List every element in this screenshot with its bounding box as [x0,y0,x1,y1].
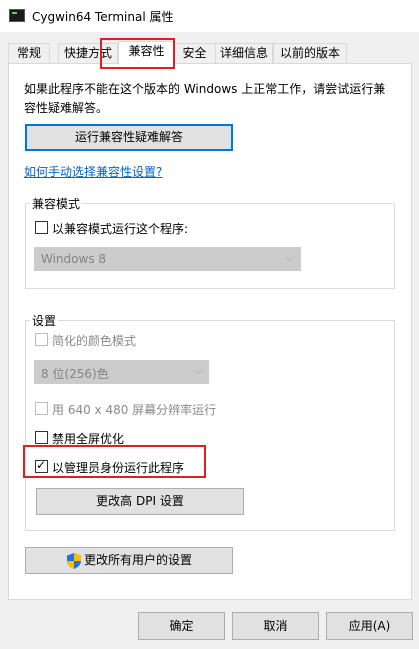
apply-button[interactable]: 应用(A) [326,612,413,640]
chevron-down-icon: ⌵ [285,251,294,264]
res-640-checkbox [35,402,48,415]
disable-fullscreen-checkbox[interactable] [35,431,48,444]
res-640-label: 用 640 x 480 屏幕分辨率运行 [52,403,217,417]
tab-security[interactable]: 安全 [173,43,216,64]
terminal-icon [9,9,25,22]
compat-mode-checkbox[interactable] [35,221,48,234]
admin-highlight-box [23,445,206,478]
uac-shield-icon [67,553,81,569]
compat-mode-group-label: 兼容模式 [30,195,83,212]
reduced-color-checkbox [35,333,48,346]
chevron-down-icon: ⌵ [193,364,202,377]
window-title: Cygwin64 Terminal 属性 [32,10,174,24]
compat-mode-checkbox-label: 以兼容模式运行这个程序: [52,222,189,236]
change-all-users-button[interactable]: 更改所有用户的设置 [25,547,233,574]
reduced-color-label: 简化的颜色模式 [52,334,137,348]
change-dpi-button[interactable]: 更改高 DPI 设置 [36,488,244,515]
ok-button[interactable]: 确定 [138,612,225,640]
cancel-button[interactable]: 取消 [232,612,319,640]
res-640-row: 用 640 x 480 屏幕分辨率运行 [35,401,235,417]
settings-group-label: 设置 [30,312,59,329]
color-depth-value: 8 位(256)色 [41,367,109,381]
os-version-select[interactable]: Windows 8 ⌵ [34,247,301,271]
change-all-users-label: 更改所有用户的设置 [83,553,192,567]
tab-general[interactable]: 常规 [8,43,50,64]
disable-fullscreen-row[interactable]: 禁用全屏优化 [35,430,155,446]
compat-mode-group [25,203,395,289]
tab-strip: 常规 快捷方式 兼容性 安全 详细信息 以前的版本 [8,41,412,65]
color-depth-select: 8 位(256)色 ⌵ [34,360,209,384]
tab-details[interactable]: 详细信息 [215,43,273,64]
compat-mode-checkbox-row[interactable]: 以兼容模式运行这个程序: [35,220,235,236]
manual-settings-link[interactable]: 如何手动选择兼容性设置? [24,163,162,180]
title-bar: Cygwin64 Terminal 属性 [0,0,419,32]
tab-previous-versions[interactable]: 以前的版本 [273,43,347,64]
tab-highlight-box [100,38,175,69]
os-version-value: Windows 8 [41,252,107,266]
compat-description: 如果此程序不能在这个版本的 Windows 上正常工作，请尝试运行兼容性疑难解答… [24,82,386,115]
run-troubleshooter-button[interactable]: 运行兼容性疑难解答 [25,124,233,151]
reduced-color-row: 简化的颜色模式 [35,332,195,348]
